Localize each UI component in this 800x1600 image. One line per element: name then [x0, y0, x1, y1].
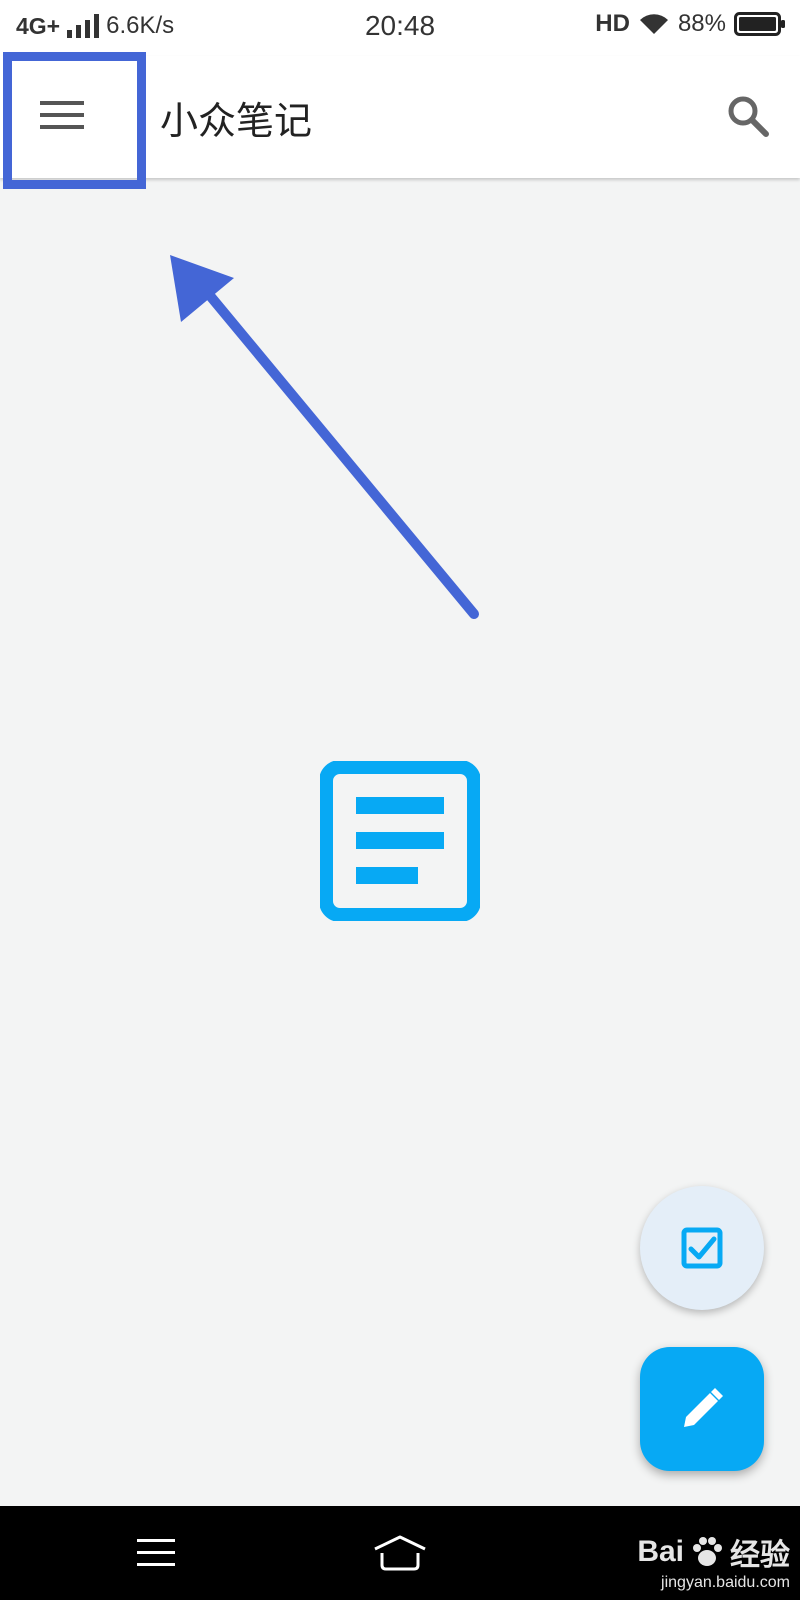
- search-icon: [728, 96, 769, 137]
- wifi-icon: [639, 14, 668, 34]
- menu-button[interactable]: [22, 82, 102, 148]
- watermark-site: jingyan.baidu.com: [661, 1574, 790, 1591]
- battery-percentage: 88%: [677, 10, 726, 37]
- hd-indicator: HD: [595, 10, 630, 37]
- nav-menu-button[interactable]: [116, 1526, 196, 1580]
- nav-menu-icon: [137, 1539, 175, 1566]
- checkbox-icon: [681, 1227, 723, 1269]
- nav-home-button[interactable]: [360, 1526, 440, 1580]
- pencil-icon: [684, 1388, 723, 1427]
- new-checklist-button[interactable]: [640, 1186, 764, 1310]
- note-document-icon: [319, 760, 481, 922]
- empty-notes-icon-wrap: [319, 760, 481, 925]
- battery-icon: [734, 12, 785, 36]
- watermark-brand-text: Bai: [637, 1535, 684, 1568]
- nav-home-icon: [374, 1535, 426, 1571]
- hamburger-menu-icon: [40, 101, 84, 129]
- search-button[interactable]: [718, 86, 778, 146]
- paw-icon: [693, 1537, 722, 1566]
- watermark-brand: Bai 经验: [637, 1530, 790, 1574]
- status-right: HD 88%: [595, 10, 786, 38]
- system-nav-bar: Bai 经验 jingyan.baidu.com: [0, 1506, 800, 1600]
- app-bar: 小众笔记: [0, 56, 800, 178]
- new-note-button[interactable]: [640, 1347, 764, 1471]
- baidu-jingyan-watermark: Bai 经验 jingyan.baidu.com: [637, 1530, 790, 1592]
- app-title: 小众笔记: [160, 99, 313, 143]
- status-bar: 4G+ 6.6K/s 20:48 HD 88%: [0, 0, 800, 56]
- watermark-brand2-text: 经验: [730, 1539, 790, 1572]
